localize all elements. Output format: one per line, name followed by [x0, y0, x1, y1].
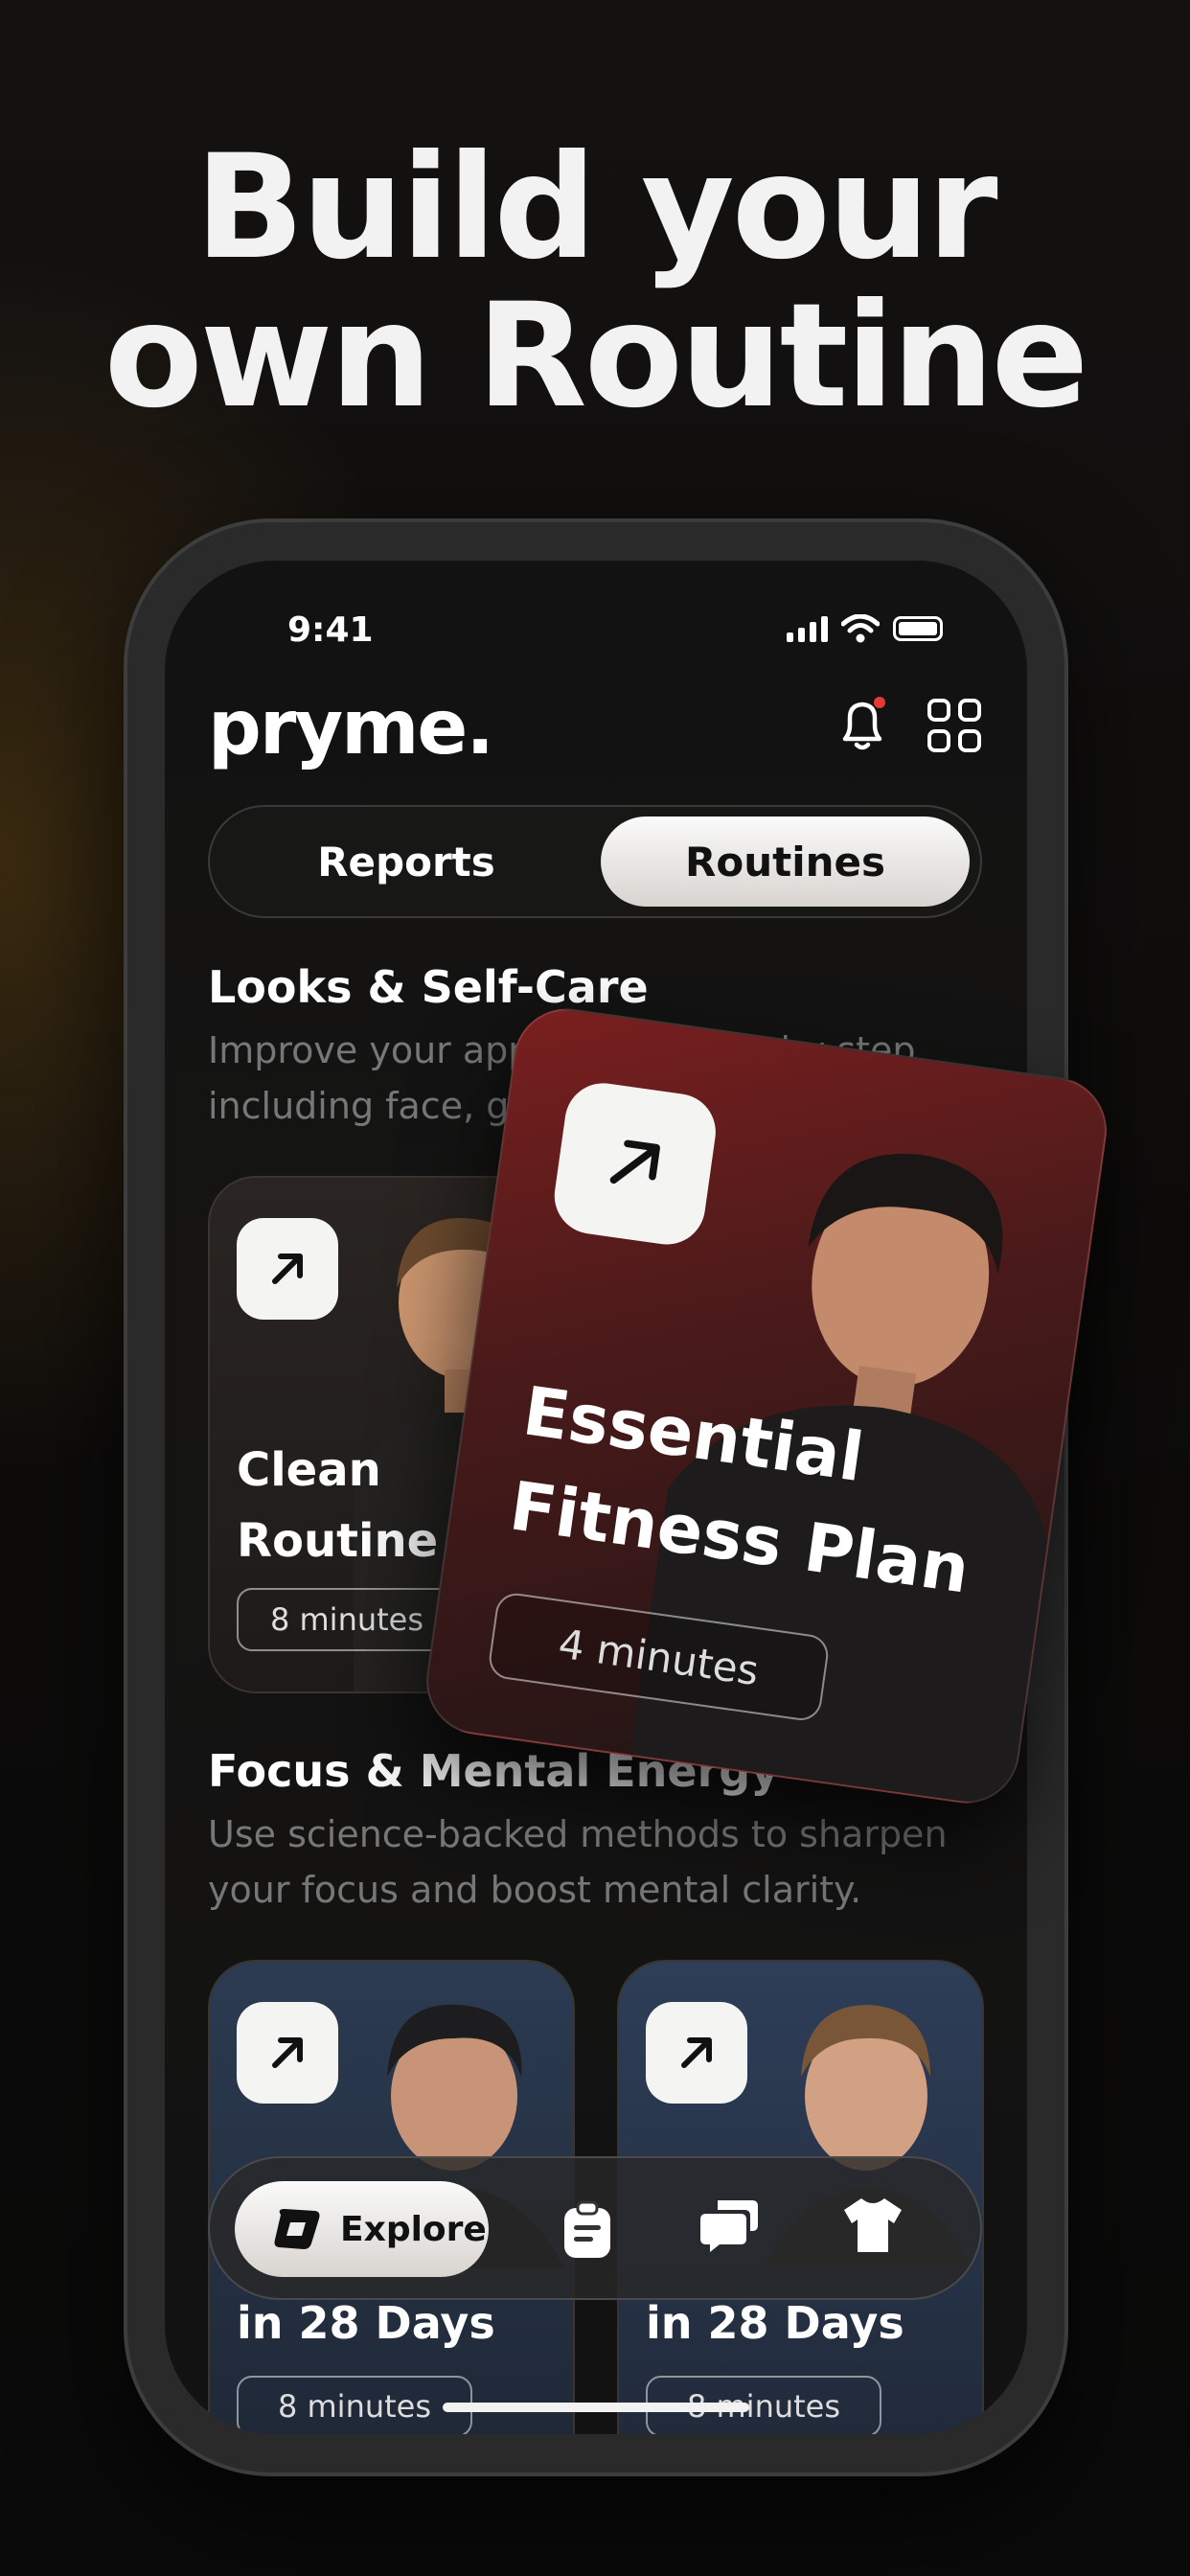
clipboard-icon[interactable] — [561, 2200, 614, 2260]
card-title: Clean Routine — [237, 1435, 438, 1576]
arrow-up-right-icon — [549, 1078, 721, 1250]
bell-icon[interactable] — [835, 697, 889, 754]
card-title: in 28 Days — [237, 2297, 495, 2349]
arrow-up-right-icon — [237, 2002, 338, 2104]
grid-icon[interactable] — [927, 699, 981, 752]
status-icons — [787, 614, 943, 643]
card-title: in 28 Days — [646, 2297, 904, 2349]
card-essential-fitness-plan[interactable]: Essential Fitness Plan 4 minutes — [419, 1001, 1114, 1810]
notification-dot — [874, 697, 885, 708]
tab-explore-label: Explore — [340, 2209, 487, 2249]
explore-icon — [274, 2209, 320, 2249]
status-time: 9:41 — [287, 610, 374, 650]
section-desc-focus: Use science-backed methods to sharpen yo… — [208, 1813, 948, 1911]
card-title-line-2: Routine — [237, 1514, 439, 1568]
headline: Build your own Routine — [0, 134, 1190, 431]
tab-reports[interactable]: Reports — [219, 816, 593, 907]
shirt-icon[interactable] — [842, 2196, 904, 2254]
home-indicator — [443, 2403, 749, 2412]
arrow-up-right-icon — [237, 1218, 338, 1320]
duration-pill: 8 minutes — [237, 1588, 457, 1651]
segmented-control: Reports Routines — [208, 805, 982, 918]
tab-explore[interactable]: Explore — [235, 2181, 489, 2277]
section-title-looks: Looks & Self-Care — [208, 961, 649, 1013]
card-title-line-1: Clean — [237, 1443, 381, 1497]
headline-line-2: own Routine — [103, 273, 1089, 440]
signal-icon — [787, 615, 828, 642]
wifi-icon — [841, 614, 880, 643]
app-logo: pryme. — [208, 685, 494, 771]
battery-icon — [893, 616, 943, 641]
headline-line-1: Build your — [195, 125, 997, 291]
duration-pill: 8 minutes — [237, 2376, 472, 2434]
arrow-up-right-icon — [646, 2002, 747, 2104]
tab-routines[interactable]: Routines — [601, 816, 970, 907]
bottom-tab-bar: Explore — [208, 2156, 982, 2300]
chat-icon[interactable] — [698, 2196, 762, 2256]
